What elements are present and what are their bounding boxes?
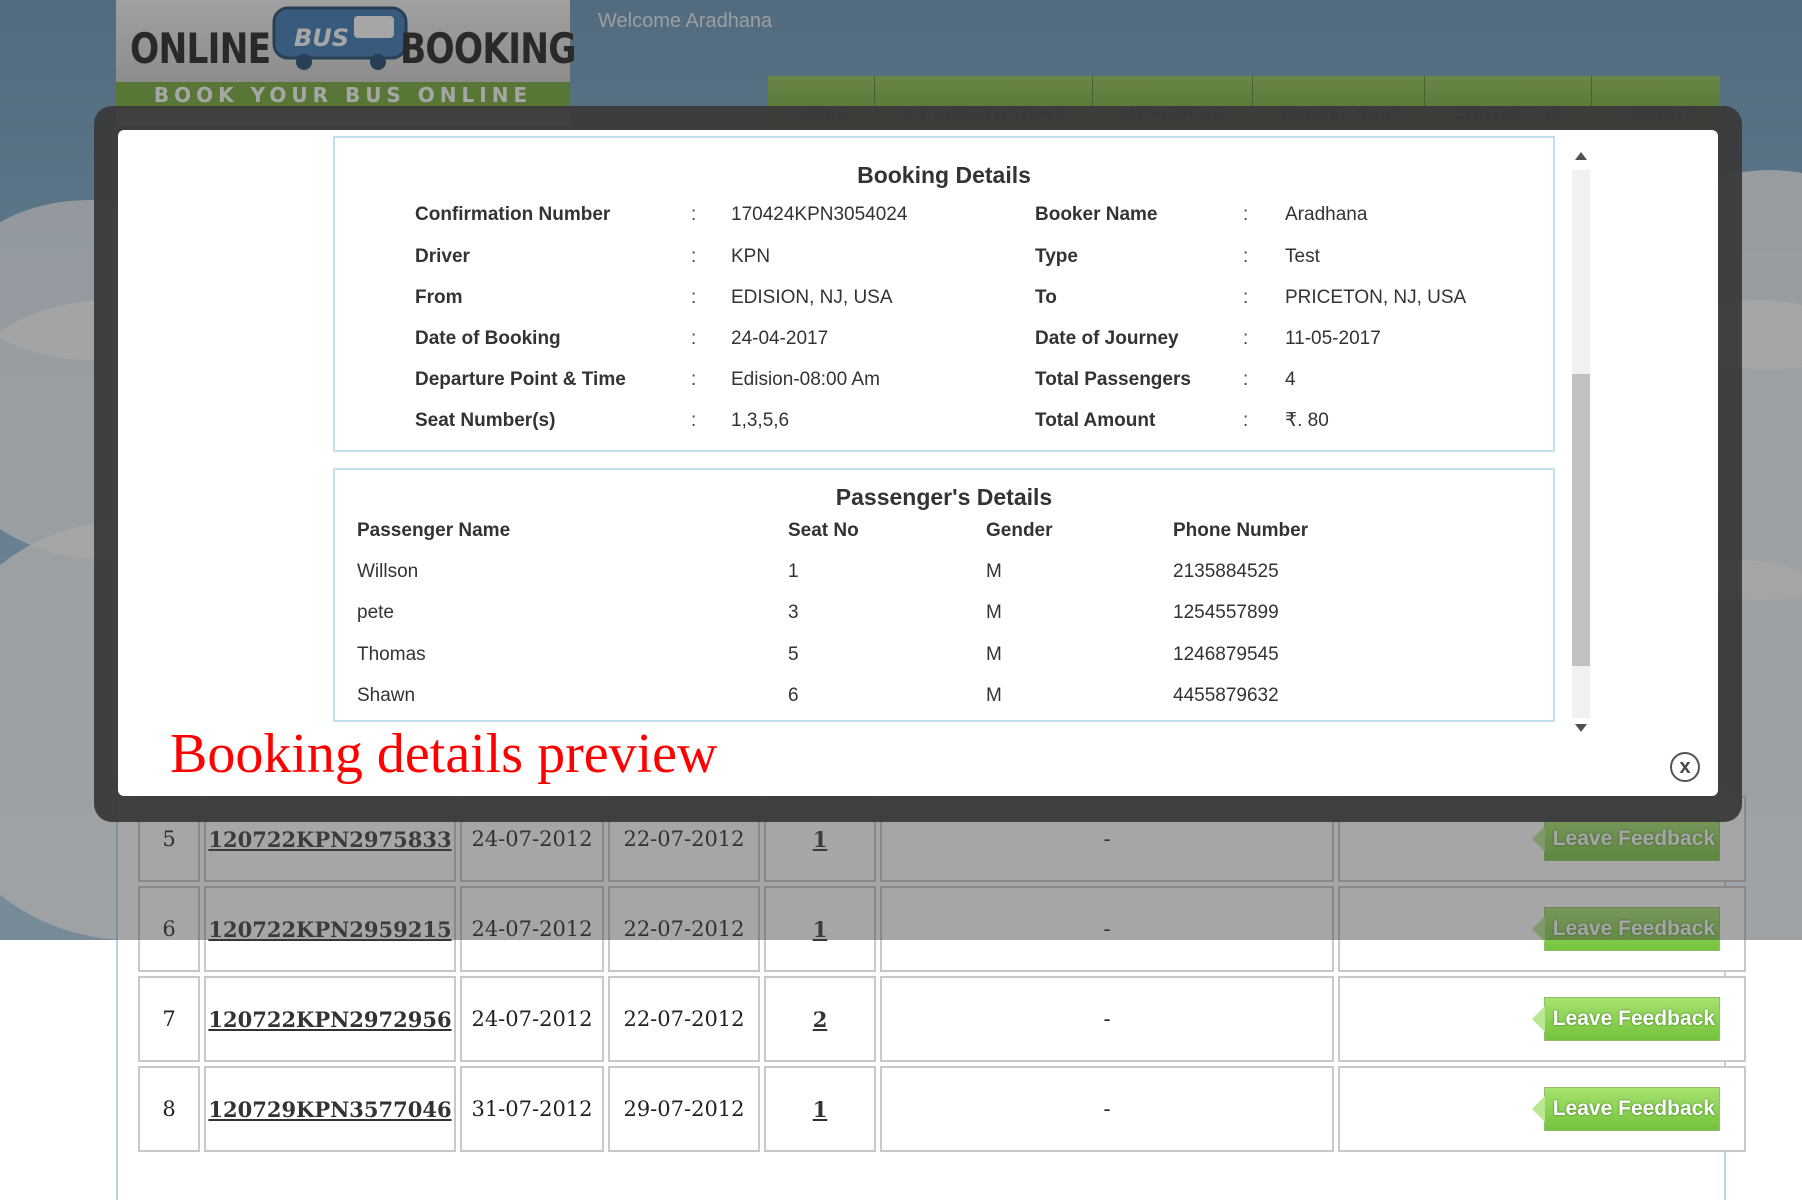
- passenger-name: Thomas: [357, 644, 426, 665]
- journey-date: 22-07-2012: [608, 976, 760, 1062]
- detail-label: Departure Point & Time: [415, 369, 626, 390]
- passenger-seat: 5: [788, 644, 799, 665]
- passenger-gender: M: [986, 644, 1002, 665]
- close-icon[interactable]: x: [1670, 752, 1700, 782]
- detail-separator: :: [1243, 328, 1249, 349]
- column-header-phone-number: Phone Number: [1173, 520, 1309, 541]
- detail-value: 4: [1285, 369, 1296, 390]
- preview-caption: Booking details preview: [170, 723, 718, 785]
- passenger-gender: M: [986, 561, 1002, 582]
- detail-label: Date of Journey: [1035, 328, 1179, 349]
- detail-value: Aradhana: [1285, 204, 1368, 225]
- scroll-down-icon[interactable]: [1575, 724, 1587, 732]
- detail-label: Confirmation Number: [415, 204, 611, 225]
- status-cell: -: [880, 976, 1334, 1062]
- passenger-seat: 6: [788, 685, 799, 706]
- detail-separator: :: [1243, 369, 1249, 390]
- passenger-seat: 1: [788, 561, 799, 582]
- detail-value: KPN: [731, 246, 771, 267]
- detail-separator: :: [1243, 204, 1249, 225]
- detail-label: Date of Booking: [415, 328, 561, 349]
- passenger-gender: M: [986, 602, 1002, 623]
- booking-row: From : EDISION, NJ, USA To : PRICETON, N…: [335, 283, 1555, 313]
- booking-row: Departure Point & Time : Edision-08:00 A…: [335, 365, 1555, 395]
- booking-row: Date of Booking : 24-04-2017 Date of Jou…: [335, 324, 1555, 354]
- detail-value: 24-04-2017: [731, 328, 829, 349]
- detail-separator: :: [691, 369, 697, 390]
- journey-date: 29-07-2012: [608, 1066, 760, 1152]
- detail-value: Test: [1285, 246, 1320, 267]
- detail-separator: :: [691, 204, 697, 225]
- row-number: 8: [138, 1066, 200, 1152]
- confirmation-link-cell: 120729KPN3577046: [204, 1066, 456, 1152]
- detail-label: Driver: [415, 246, 470, 267]
- scrollbar-thumb[interactable]: [1572, 374, 1590, 666]
- detail-value: PRICETON, NJ, USA: [1285, 287, 1467, 308]
- detail-value: 11-05-2017: [1285, 328, 1381, 349]
- leave-feedback-button[interactable]: Leave Feedback: [1531, 997, 1720, 1041]
- passenger-name: Willson: [357, 561, 419, 582]
- booking-row: Driver : KPN Type : Test: [335, 242, 1555, 272]
- detail-separator: :: [691, 328, 697, 349]
- booking-row: Seat Number(s) : 1,3,5,6 Total Amount : …: [335, 406, 1555, 436]
- booking-date: 24-07-2012: [460, 976, 604, 1062]
- confirmation-link-cell: 120722KPN2972956: [204, 976, 456, 1062]
- column-header-seat-no: Seat No: [788, 520, 859, 541]
- detail-value: ₹. 80: [1285, 410, 1329, 431]
- detail-label: To: [1035, 287, 1057, 308]
- passenger-seat: 3: [788, 602, 799, 623]
- column-header-passenger-name: Passenger Name: [357, 520, 511, 541]
- leave-feedback-button[interactable]: Leave Feedback: [1531, 1087, 1720, 1131]
- seats-link[interactable]: 2: [813, 1007, 828, 1032]
- detail-value: 1,3,5,6: [731, 410, 790, 431]
- detail-label: Total Amount: [1035, 410, 1156, 431]
- feedback-cell: Leave Feedback: [1338, 1066, 1746, 1152]
- detail-separator: :: [1243, 246, 1249, 267]
- confirmation-link[interactable]: 120729KPN3577046: [208, 1097, 451, 1122]
- detail-value: Edision-08:00 Am: [731, 369, 880, 390]
- detail-label: From: [415, 287, 463, 308]
- confirmation-link[interactable]: 120722KPN2972956: [208, 1007, 451, 1032]
- modal-scrollbar[interactable]: [1568, 148, 1594, 740]
- booking-date: 31-07-2012: [460, 1066, 604, 1152]
- seats-link-cell: 1: [764, 1066, 876, 1152]
- booking-details-title: Booking Details: [857, 162, 1031, 188]
- passenger-name: Shawn: [357, 685, 416, 706]
- detail-separator: :: [691, 246, 697, 267]
- detail-value: EDISION, NJ, USA: [731, 287, 893, 308]
- scroll-up-icon[interactable]: [1575, 152, 1587, 160]
- status-cell: -: [880, 1066, 1334, 1152]
- detail-label: Type: [1035, 246, 1078, 267]
- seats-link[interactable]: 1: [813, 1097, 828, 1122]
- detail-label: Seat Number(s): [415, 410, 556, 431]
- detail-label: Booker Name: [1035, 204, 1158, 225]
- row-number: 7: [138, 976, 200, 1062]
- passenger-gender: M: [986, 685, 1002, 706]
- passenger-details-panel: Passenger's Details Passenger Name Seat …: [333, 468, 1555, 722]
- passenger-phone: 1254557899: [1173, 602, 1279, 623]
- passenger-phone: 2135884525: [1173, 561, 1279, 582]
- detail-separator: :: [691, 287, 697, 308]
- detail-value: 170424KPN3054024: [731, 204, 908, 225]
- detail-separator: :: [1243, 287, 1249, 308]
- table-row: 8 120729KPN3577046 31-07-2012 29-07-2012…: [138, 1066, 1746, 1152]
- booking-row: Confirmation Number : 170424KPN3054024 B…: [335, 200, 1555, 230]
- column-header-gender: Gender: [986, 520, 1053, 541]
- passenger-name: pete: [357, 602, 394, 623]
- passenger-phone: 1246879545: [1173, 644, 1279, 665]
- booking-details-panel: Booking Details Confirmation Number : 17…: [333, 136, 1555, 452]
- detail-label: Total Passengers: [1035, 369, 1191, 390]
- seats-link-cell: 2: [764, 976, 876, 1062]
- passenger-phone: 4455879632: [1173, 685, 1279, 706]
- table-row: 7 120722KPN2972956 24-07-2012 22-07-2012…: [138, 976, 1746, 1062]
- detail-separator: :: [691, 410, 697, 431]
- detail-separator: :: [1243, 410, 1249, 431]
- feedback-cell: Leave Feedback: [1338, 976, 1746, 1062]
- passenger-details-title: Passenger's Details: [835, 484, 1053, 510]
